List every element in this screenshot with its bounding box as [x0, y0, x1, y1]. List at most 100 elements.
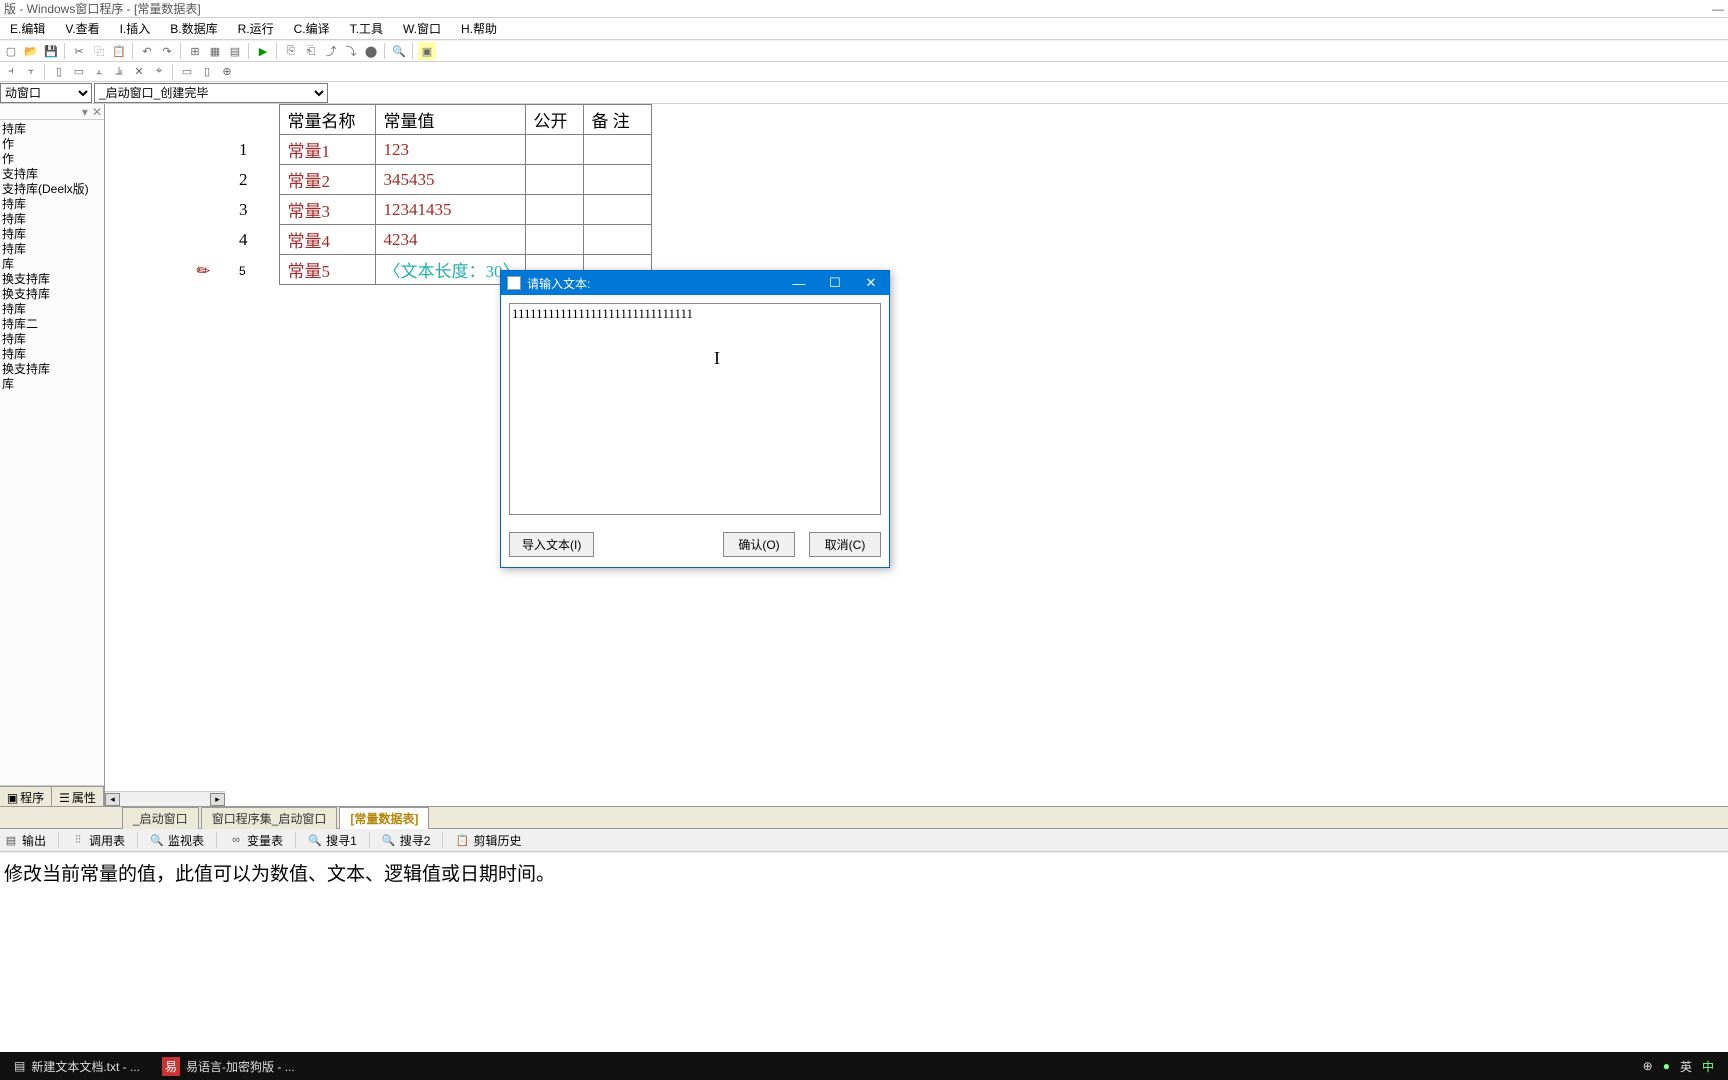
tree-item[interactable]: 持库 [0, 197, 104, 212]
dialog-minimize-icon[interactable]: — [781, 271, 817, 295]
output-tab-call[interactable]: ⫶⫶调用表 [71, 832, 125, 849]
tool-a7-icon[interactable]: ▭ [178, 63, 196, 81]
tray-net-icon[interactable]: ⊕ [1643, 1059, 1653, 1073]
tree-item[interactable]: 持库二 [0, 317, 104, 332]
tool-a9-icon[interactable]: ⊕ [218, 63, 236, 81]
tree-item[interactable]: 支持库 [0, 167, 104, 182]
tree-item[interactable]: 持库 [0, 347, 104, 362]
tool-a4-icon[interactable]: ⫡ [110, 63, 128, 81]
tree-item[interactable]: 作 [0, 137, 104, 152]
tree-item[interactable]: 支持库(Deelx版) [0, 182, 104, 197]
doc-tab-window[interactable]: _启动窗口 [122, 807, 199, 829]
tool-stepover-icon[interactable]: ⎗ [302, 42, 320, 60]
tree-item[interactable]: 持库 [0, 227, 104, 242]
tool-a1-icon[interactable]: ▯ [50, 63, 68, 81]
calltable-icon: ⫶⫶ [71, 833, 85, 847]
table-row[interactable]: 2 常量2 345435 [231, 165, 651, 195]
content-hscroll[interactable]: ◂ ▸ [105, 791, 225, 806]
tree-item[interactable]: 作 [0, 152, 104, 167]
doc-tab-procset[interactable]: 窗口程序集_启动窗口 [201, 807, 338, 829]
menu-database[interactable]: B.数据库 [160, 18, 227, 39]
doc-tab-constants[interactable]: [常量数据表] [339, 807, 429, 829]
menu-edit[interactable]: E.编辑 [0, 18, 55, 39]
tool-find-icon[interactable]: 🔍 [390, 42, 408, 60]
hscroll-right-icon[interactable]: ▸ [210, 793, 225, 806]
table-row[interactable]: 3 常量3 12341435 [231, 195, 651, 225]
combo-event[interactable]: _启动窗口_创建完毕 [94, 83, 328, 103]
tool-a8-icon[interactable]: ▯ [198, 63, 216, 81]
watch-icon: 🔍 [150, 833, 164, 847]
tool-step-icon[interactable]: ⎘ [282, 42, 300, 60]
output-tab-clip[interactable]: 📋剪辑历史 [455, 832, 521, 849]
menu-help[interactable]: H.帮助 [451, 18, 507, 39]
tool-extra-icon[interactable]: ▣ [418, 42, 436, 60]
tree-item[interactable]: 库 [0, 377, 104, 392]
tool-save-icon[interactable]: 💾 [42, 42, 60, 60]
tool-undo-icon[interactable]: ↶ [138, 42, 156, 60]
output-tab-watch[interactable]: 🔍监视表 [150, 832, 204, 849]
tool-copy-icon[interactable]: ⿻ [90, 42, 108, 60]
dialog-cancel-button[interactable]: 取消(C) [809, 532, 881, 557]
tool-form-icon[interactable]: ▦ [206, 42, 224, 60]
menu-tools[interactable]: T.工具 [340, 18, 393, 39]
output-tab-find2[interactable]: 🔍搜寻2 [382, 832, 431, 849]
hscroll-left-icon[interactable]: ◂ [105, 793, 120, 806]
tray-ime-label[interactable]: 英 [1680, 1058, 1692, 1075]
tree-item[interactable]: 持库 [0, 332, 104, 347]
sidebar-close-icon[interactable]: ✕ [92, 105, 102, 119]
tool-cut-icon[interactable]: ✂ [70, 42, 88, 60]
tool-a2-icon[interactable]: ▭ [70, 63, 88, 81]
table-row[interactable]: 1 常量1 123 [231, 135, 651, 165]
tool-window-icon[interactable]: ⊞ [186, 42, 204, 60]
library-tree[interactable]: 持库 作 作 支持库 支持库(Deelx版) 持库 持库 持库 持库 [0, 120, 104, 786]
taskbar-item-txt[interactable]: ▤ 新建文本文档.txt - ... [4, 1055, 150, 1078]
dialog-import-button[interactable]: 导入文本(I) [509, 532, 594, 557]
tree-item[interactable]: 持库 [0, 212, 104, 227]
dialog-maximize-icon[interactable]: ☐ [817, 271, 853, 295]
tool-paste-icon[interactable]: 📋 [110, 42, 128, 60]
sidebar-tab-props[interactable]: ☰属性 [52, 787, 104, 806]
tool-alignleft-icon[interactable]: ⫞ [2, 63, 20, 81]
tree-item[interactable]: 持库 [0, 242, 104, 257]
output-tab-var[interactable]: ∞变量表 [229, 832, 283, 849]
sidebar-pin-icon[interactable]: ▾ [82, 105, 88, 119]
sidebar: ▾ ✕ 持库 作 作 支持库 支持库(Deelx版) 持库 [0, 104, 105, 806]
menu-run[interactable]: R.运行 [228, 18, 284, 39]
tool-redo-icon[interactable]: ↷ [158, 42, 176, 60]
tool-a5-icon[interactable]: ✕ [130, 63, 148, 81]
tool-run-icon[interactable]: ▶ [254, 42, 272, 60]
dialog-ok-button[interactable]: 确认(O) [723, 532, 795, 557]
combo-window[interactable]: 动窗口 [0, 83, 92, 103]
tool-alignright-icon[interactable]: ⫟ [22, 63, 40, 81]
output-tab-find1[interactable]: 🔍搜寻1 [308, 832, 357, 849]
minimize-icon[interactable]: — [1712, 2, 1724, 16]
output-tab-out[interactable]: ▤输出 [4, 832, 46, 849]
menu-window[interactable]: W.窗口 [393, 18, 451, 39]
tool-a3-icon[interactable]: ⫠ [90, 63, 108, 81]
tool-break-icon[interactable]: ⬤ [362, 42, 380, 60]
dialog-textarea[interactable]: 111111111111111111111111111111 [509, 303, 881, 515]
tool-stepout-icon[interactable]: ⤴ [322, 42, 340, 60]
constants-table[interactable]: 常量名称 常量值 公开 备 注 1 常量1 123 2 常量2 345435 [231, 104, 652, 285]
menu-compile[interactable]: C.编译 [284, 18, 340, 39]
dialog-titlebar[interactable]: 请输入文本: — ☐ ✕ [501, 271, 889, 295]
tray-ime-cn-icon[interactable]: 中 [1702, 1058, 1714, 1075]
taskbar-item-ide[interactable]: 易 易语言-加密狗版 - ... [152, 1054, 305, 1079]
tree-item[interactable]: 持库 [0, 122, 104, 137]
tool-panel-icon[interactable]: ▤ [226, 42, 244, 60]
dialog-close-icon[interactable]: ✕ [853, 271, 889, 295]
tree-item[interactable]: 换支持库 [0, 362, 104, 377]
tool-open-icon[interactable]: 📂 [22, 42, 40, 60]
tray-ime-e-icon[interactable]: ● [1663, 1059, 1670, 1073]
menu-view[interactable]: V.查看 [55, 18, 109, 39]
tree-item[interactable]: 换支持库 [0, 272, 104, 287]
sidebar-tab-program[interactable]: ▣程序 [0, 787, 52, 806]
tree-item[interactable]: 换支持库 [0, 287, 104, 302]
tree-item[interactable]: 持库 [0, 302, 104, 317]
menu-insert[interactable]: I.插入 [110, 18, 161, 39]
tool-new-icon[interactable]: ▢ [2, 42, 20, 60]
tool-step2-icon[interactable]: ⤵ [342, 42, 360, 60]
table-row[interactable]: 4 常量4 4234 [231, 225, 651, 255]
tree-item[interactable]: 库 [0, 257, 104, 272]
tool-a6-icon[interactable]: ⌖ [150, 63, 168, 81]
